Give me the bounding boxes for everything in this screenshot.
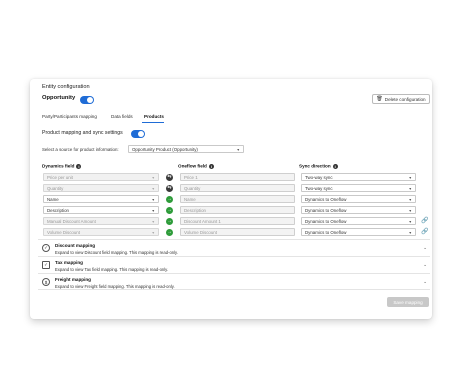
chevron-down-icon: ▼ [408,231,412,235]
dynamics-field-header: Dynamics field i [42,163,82,169]
oneflow-field-value: Volume Discount [184,229,217,235]
link-icon[interactable]: 🔗 [421,228,428,235]
chevron-down-icon: ▼ [151,231,155,235]
chevron-down-icon: ▼ [151,176,155,180]
sync-direction-select[interactable]: Dynamics to Oneflow ▼ [301,217,416,225]
dynamics-field-select[interactable]: Volume Discount ▼ [43,228,159,236]
dynamics-field-value: Quantity [47,185,64,191]
sync-direction-value: Dynamics to Oneflow [305,229,347,235]
info-icon[interactable]: i [332,164,338,169]
info-icon[interactable]: i [208,164,214,169]
dynamics-field-value: Name [47,196,59,202]
dynamics-field-select[interactable]: Manual Discount Amount ▼ [43,217,159,225]
sync-direction-select[interactable]: Two-way sync ▼ [301,173,416,181]
dynamics-field-select[interactable]: Description ▼ [43,206,159,214]
entity-name: Opportunity [42,95,76,101]
freight-mapping-section[interactable]: $ Freight mapping Expand to view Freight… [38,273,430,290]
info-icon[interactable]: i [76,164,82,169]
chevron-down-icon[interactable]: ⌄ [423,262,427,268]
link-icon[interactable]: 🔗 [421,217,428,224]
sync-direction-select[interactable]: Dynamics to Oneflow ▼ [301,195,416,203]
oneflow-field-input: Description [180,206,295,214]
entity-configuration-panel: Entity configuration Opportunity 🗑 Delet… [30,79,432,319]
oneflow-field-input: Quantity [180,184,295,192]
source-select[interactable]: Opportunity Product (Opportunity) ▼ [128,145,244,153]
product-mapping-label: Product mapping and sync settings [42,130,123,136]
chevron-down-icon: ▼ [151,209,155,213]
arrow-right-icon: → [166,195,173,203]
source-label: Select a source for product information: [42,147,119,152]
sync-direction-value: Two-way sync [305,185,333,191]
sync-direction-label: Sync direction [299,163,331,169]
dynamics-field-value: Price per unit [47,174,73,180]
delete-configuration-label: Delete configuration [384,96,426,102]
oneflow-field-value: Name [184,196,196,202]
chevron-down-icon: ▼ [236,148,240,152]
discount-icon: ✓ [42,244,50,252]
dynamics-field-value: Volume Discount [47,229,80,235]
freight-icon: $ [42,278,50,286]
oneflow-field-value: Quantity [184,185,201,191]
tab-data-fields[interactable]: Data fields [111,114,133,119]
oneflow-field-value: Price 1 [184,174,198,180]
two-way-sync-icon: ⇆ [166,173,173,181]
dynamics-field-select[interactable]: Quantity ▼ [43,184,159,192]
chevron-down-icon: ▼ [408,198,412,202]
save-mapping-button[interactable]: Save mapping [387,297,429,307]
section-title: Freight mapping [55,277,91,282]
sync-direction-select[interactable]: Dynamics to Oneflow ▼ [301,228,416,236]
sync-direction-value: Two-way sync [305,174,333,180]
dynamics-field-label: Dynamics field [42,163,75,169]
arrow-right-icon: → [166,217,173,225]
sync-direction-select[interactable]: Dynamics to Oneflow ▼ [301,206,416,214]
oneflow-field-input: Name [180,195,295,203]
entity-toggle[interactable] [80,96,94,104]
dynamics-field-select[interactable]: Name ▼ [43,195,159,203]
section-title: Tax mapping [55,260,83,265]
dynamics-field-select[interactable]: Price per unit ▼ [43,173,159,181]
chevron-down-icon: ▼ [151,198,155,202]
sync-direction-value: Dynamics to Oneflow [305,218,347,224]
oneflow-field-input: Discount Amount 1 [180,217,295,225]
oneflow-field-value: Description [184,207,206,213]
oneflow-field-header: Oneflow field i [178,164,214,169]
chevron-down-icon: ▼ [151,220,155,224]
discount-mapping-section[interactable]: ✓ Discount mapping Expand to view Discou… [38,239,430,256]
save-mapping-label: Save mapping [393,299,423,305]
tab-party-participants-mapping[interactable]: Party/Participants mapping [42,114,97,119]
section-description: Expand to view Tax field mapping. This m… [55,267,169,272]
product-mapping-toggle[interactable] [131,130,145,138]
two-way-sync-icon: ⇆ [166,184,173,192]
oneflow-field-input: Volume Discount [180,228,295,236]
sync-direction-header: Sync direction i [299,164,338,169]
sync-direction-value: Dynamics to Oneflow [305,196,347,202]
oneflow-field-value: Discount Amount 1 [184,218,221,224]
delete-configuration-button[interactable]: 🗑 Delete configuration [372,94,430,104]
chevron-down-icon: ▼ [408,176,412,180]
section-description: Expand to view Freight field mapping. Th… [55,284,175,289]
arrow-right-icon: → [166,206,173,214]
chevron-down-icon: ▼ [151,187,155,191]
chevron-down-icon[interactable]: ⌄ [423,279,427,285]
oneflow-field-label: Oneflow field [178,163,207,169]
trash-icon: 🗑 [376,96,383,102]
source-select-value: Opportunity Product (Opportunity) [132,146,198,152]
chevron-down-icon: ▼ [408,187,412,191]
arrow-right-icon: → [166,228,173,236]
chevron-down-icon[interactable]: ⌄ [423,245,427,251]
section-description: Expand to view Discount field mapping. T… [55,250,178,255]
section-title: Discount mapping [55,243,96,248]
tax-icon: ✓ [42,261,50,269]
active-tab-indicator [142,122,164,123]
tab-products[interactable]: Products [144,114,164,119]
sync-direction-select[interactable]: Two-way sync ▼ [301,184,416,192]
dynamics-field-value: Manual Discount Amount [47,218,96,224]
page-title: Entity configuration [42,84,90,90]
sync-direction-value: Dynamics to Oneflow [305,207,347,213]
tax-mapping-section[interactable]: ✓ Tax mapping Expand to view Tax field m… [38,256,430,273]
chevron-down-icon: ▼ [408,220,412,224]
chevron-down-icon: ▼ [408,209,412,213]
dynamics-field-value: Description [47,207,69,213]
oneflow-field-input: Price 1 [180,173,295,181]
